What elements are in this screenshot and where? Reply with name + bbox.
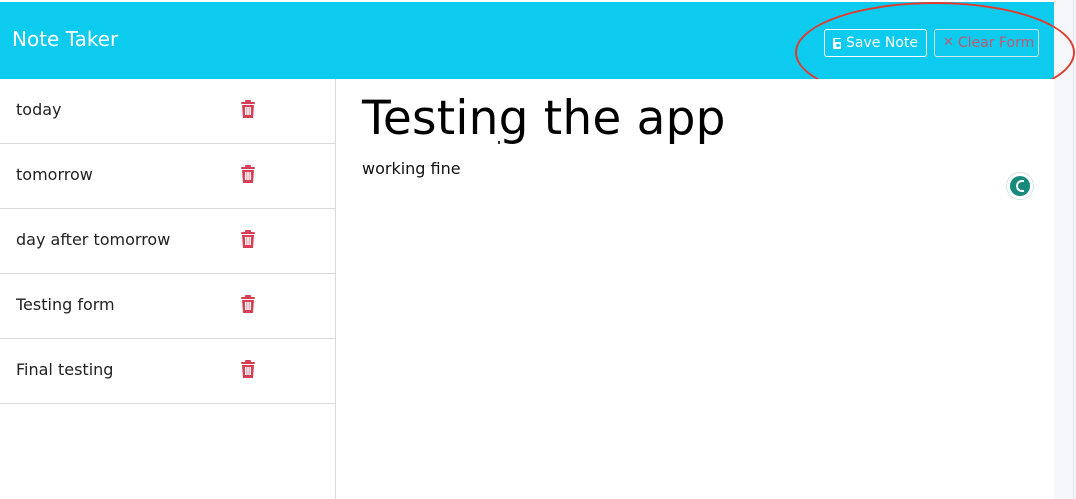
note-title-input[interactable]: Testing the app	[362, 89, 726, 149]
list-item[interactable]: today	[0, 79, 335, 144]
app-title[interactable]: Note Taker	[12, 27, 118, 51]
list-item[interactable]: tomorrow	[0, 144, 335, 209]
text-cursor	[498, 141, 500, 144]
notes-sidebar: today tomorrow day after tomorrow Testin…	[0, 79, 336, 499]
note-text-input[interactable]: working fine	[362, 159, 461, 179]
note-title[interactable]: day after tomorrow	[16, 230, 170, 250]
trash-icon[interactable]	[240, 100, 256, 119]
trash-icon[interactable]	[240, 230, 256, 249]
list-item[interactable]: Final testing	[0, 339, 335, 404]
note-title[interactable]: Testing form	[16, 295, 115, 315]
save-note-button[interactable]: Save Note	[824, 29, 927, 57]
clear-form-label: Clear Form	[957, 35, 1035, 51]
note-taker-page: Note Taker Save Note ✕ Clear Form today …	[0, 0, 1076, 499]
scrollbar-track[interactable]	[1073, 0, 1074, 499]
clear-form-button[interactable]: ✕ Clear Form	[934, 29, 1039, 57]
assistant-icon[interactable]	[1006, 172, 1034, 200]
trash-icon[interactable]	[240, 295, 256, 314]
note-editor: Testing the app working fine	[336, 79, 1054, 499]
list-item[interactable]: Testing form	[0, 274, 335, 339]
note-title[interactable]: tomorrow	[16, 165, 93, 185]
save-icon	[833, 37, 842, 49]
trash-icon[interactable]	[240, 360, 256, 379]
close-icon: ✕	[943, 35, 954, 50]
save-note-label: Save Note	[846, 35, 918, 51]
note-title[interactable]: today	[16, 100, 62, 120]
top-navbar: Note Taker Save Note ✕ Clear Form	[0, 2, 1054, 79]
list-item[interactable]: day after tomorrow	[0, 209, 335, 274]
trash-icon[interactable]	[240, 165, 256, 184]
assistant-logo-icon	[1010, 176, 1030, 196]
note-title[interactable]: Final testing	[16, 360, 113, 380]
